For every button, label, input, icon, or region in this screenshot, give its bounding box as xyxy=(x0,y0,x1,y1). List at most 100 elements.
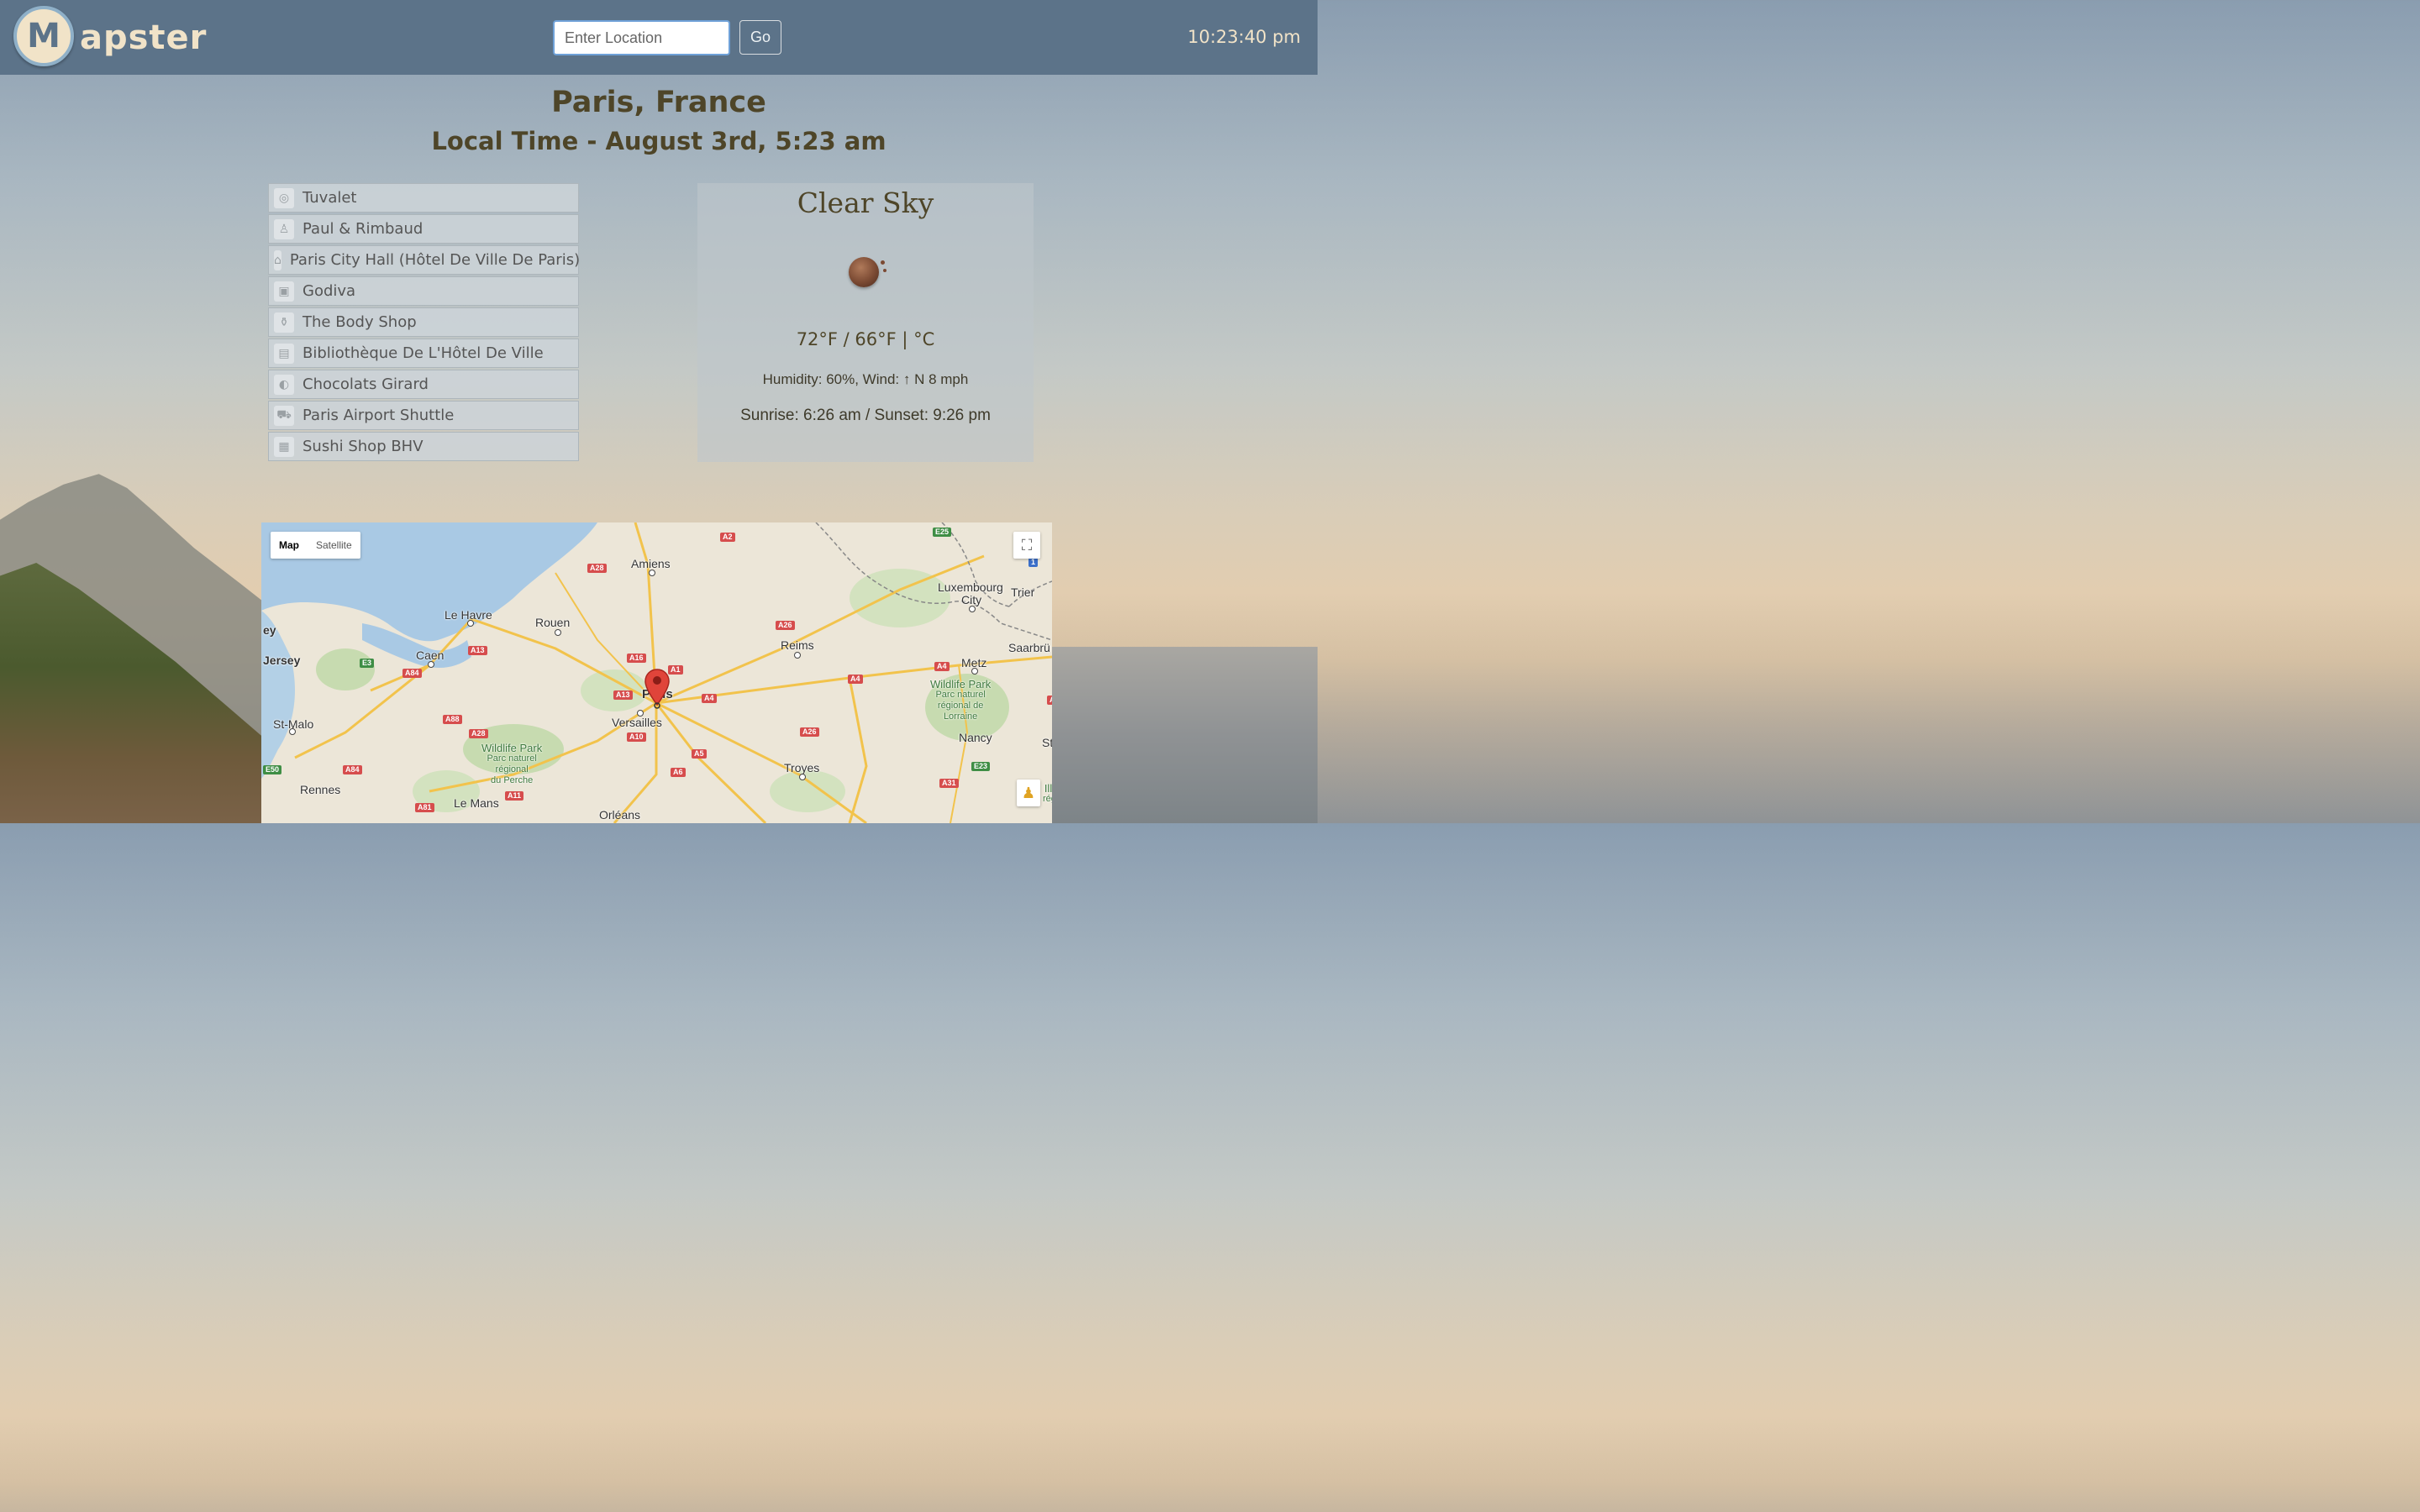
place-item[interactable]: ▤ Bibliothèque De L'Hôtel De Ville xyxy=(268,339,579,368)
place-label: Tuvalet xyxy=(302,189,357,207)
road-shield: A84 xyxy=(343,765,362,774)
place-item[interactable]: ⚱ The Body Shop xyxy=(268,307,579,337)
road-shield: A13 xyxy=(468,646,487,655)
map-city-label: Saarbrü xyxy=(1008,641,1050,654)
map-city-dot xyxy=(428,661,434,668)
road-shield: A4 xyxy=(702,694,717,703)
road-shield: A16 xyxy=(627,654,646,663)
moon-icon-dot xyxy=(881,260,885,265)
map-park-label: Wildlife Park Parc naturel régional du P… xyxy=(481,743,542,786)
road-shield: E50 xyxy=(263,765,282,774)
place-label: Bibliothèque De L'Hôtel De Ville xyxy=(302,344,544,362)
map-city-label: St xyxy=(1042,736,1052,749)
moon-icon xyxy=(849,257,879,287)
park-line: Wildlife Park xyxy=(481,742,543,754)
road-shield: A1 xyxy=(668,665,683,675)
street-view-pegman-icon[interactable]: ♟ xyxy=(1017,780,1040,806)
road-shield: A26 xyxy=(800,727,819,737)
weather-temperature: 72°F / 66°F | °C xyxy=(796,329,935,349)
park-line: régional xyxy=(495,764,529,774)
place-item[interactable]: ◐ Chocolats Girard xyxy=(268,370,579,399)
current-clock: 10:23:40 pm xyxy=(1187,27,1301,47)
map-city-dot xyxy=(971,668,978,675)
location-pin-icon[interactable] xyxy=(644,668,670,710)
road-shield: 1 xyxy=(1028,558,1039,567)
weather-panel: Clear Sky 72°F / 66°F | °C Humidity: 60%… xyxy=(697,183,1034,462)
road-shield: A26 xyxy=(776,621,795,630)
map-city-label: City xyxy=(961,593,982,606)
places-list: ◎ Tuvalet ♙ Paul & Rimbaud ⌂ Paris City … xyxy=(268,183,581,463)
map-city-label: Le Mans xyxy=(454,796,499,810)
road-shield: E25 xyxy=(933,528,952,537)
logo-badge[interactable]: M xyxy=(13,6,74,66)
map-city-label: Orléans xyxy=(599,808,641,822)
map-city-dot xyxy=(799,774,806,780)
map-type-map-button[interactable]: Map xyxy=(271,539,308,551)
map-city-label: Caen xyxy=(416,648,445,662)
map-city-dot xyxy=(969,606,976,612)
map-city-label: Versailles xyxy=(612,716,662,729)
fullscreen-icon[interactable]: ⛶ xyxy=(1013,532,1040,559)
google-map[interactable]: Amiens Le Havre Rouen Caen Jersey St-Mal… xyxy=(261,522,1052,823)
road-shield: A28 xyxy=(469,729,488,738)
map-park-label: Illi rég xyxy=(1043,783,1052,805)
restaurant-icon: ▦ xyxy=(274,436,294,457)
place-label: Paris City Hall (Hôtel De Ville De Paris… xyxy=(289,251,581,269)
road-shield: E3 xyxy=(360,659,375,668)
road-shield: A88 xyxy=(443,715,462,724)
location-search-input[interactable] xyxy=(553,20,730,55)
place-label: Paris Airport Shuttle xyxy=(302,407,455,424)
map-city-dot xyxy=(637,710,644,717)
location-title: Paris, France xyxy=(551,86,766,119)
map-city-dot xyxy=(649,570,655,576)
place-item[interactable]: ▣ Godiva xyxy=(268,276,579,306)
park-line: rég xyxy=(1043,794,1052,804)
local-time: Local Time - August 3rd, 5:23 am xyxy=(431,127,886,155)
map-city-label: Troyes xyxy=(784,761,820,774)
place-item[interactable]: ⌂ Paris City Hall (Hôtel De Ville De Par… xyxy=(268,245,581,275)
map-city-dot xyxy=(467,620,474,627)
go-button[interactable]: Go xyxy=(739,20,781,55)
map-city-dot xyxy=(555,629,561,636)
road-shield: A4 xyxy=(848,675,863,684)
park-line: Parc naturel xyxy=(487,753,537,764)
weather-humidity-wind: Humidity: 60%, Wind: ↑ N 8 mph xyxy=(762,371,969,387)
place-label: Godiva xyxy=(302,282,356,300)
cosmetics-icon: ⚱ xyxy=(274,312,294,333)
park-line: Lorraine xyxy=(943,711,978,722)
road-shield: A6 xyxy=(671,768,686,777)
road-shield: A5 xyxy=(692,749,707,759)
road-shield: A81 xyxy=(415,803,434,812)
place-item[interactable]: ◎ Tuvalet xyxy=(268,183,579,213)
building-icon: ⌂ xyxy=(274,249,281,270)
place-label: Sushi Shop BHV xyxy=(302,438,424,455)
library-icon: ▤ xyxy=(274,343,294,364)
road-shield: A31 xyxy=(939,779,959,788)
map-city-label: Reims xyxy=(781,638,814,652)
road-shield: E23 xyxy=(971,762,991,771)
map-city-label: Luxembourg xyxy=(938,580,1003,594)
map-city-label: Jersey xyxy=(263,654,301,667)
map-type-control: Map Satellite xyxy=(271,532,360,559)
map-city-label: Nancy xyxy=(959,731,992,744)
place-item[interactable]: ⛟ Paris Airport Shuttle xyxy=(268,401,579,430)
place-item[interactable]: ♙ Paul & Rimbaud xyxy=(268,214,579,244)
road-shield: A4 xyxy=(934,662,950,671)
park-line: régional de xyxy=(937,701,984,711)
logo-text[interactable]: apster xyxy=(80,18,207,57)
road-shield: A13 xyxy=(613,690,633,700)
map-city-label: Amiens xyxy=(631,557,671,570)
road-shield: A2 xyxy=(720,533,735,542)
map-city-label: Rouen xyxy=(535,616,571,629)
circle-icon: ◎ xyxy=(274,187,294,208)
map-type-satellite-button[interactable]: Satellite xyxy=(308,539,360,551)
place-item[interactable]: ▦ Sushi Shop BHV xyxy=(268,432,579,461)
map-park-label: Wildlife Park Parc naturel régional de L… xyxy=(930,679,991,722)
map-city-label: Trier xyxy=(1011,585,1035,599)
road-shield: A11 xyxy=(505,791,524,801)
logo-letter: M xyxy=(27,17,60,55)
park-line: du Perche xyxy=(491,775,534,785)
road-shield: A84 xyxy=(402,669,422,678)
park-line: Wildlife Park xyxy=(930,678,992,690)
park-line: Illi xyxy=(1044,782,1052,795)
